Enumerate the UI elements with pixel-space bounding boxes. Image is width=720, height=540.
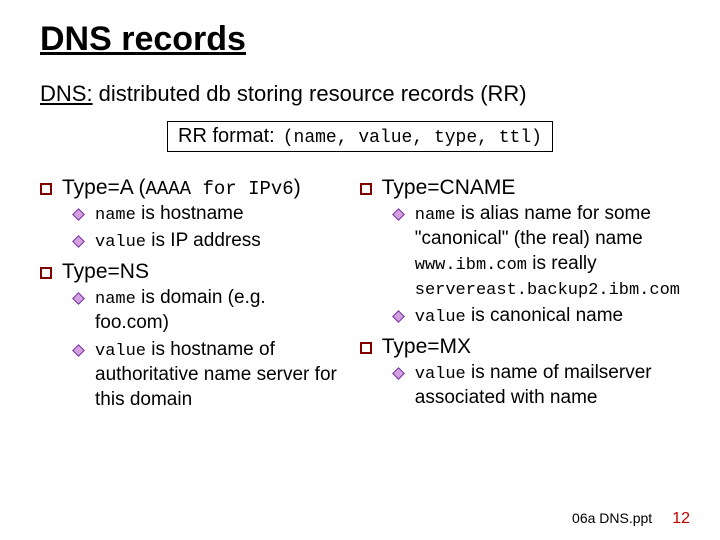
- cname-ex1: www.ibm.com: [415, 256, 527, 275]
- type-mx-item-1: value is name of mailserver associated w…: [394, 361, 680, 411]
- subtitle-prefix: DNS:: [40, 81, 93, 106]
- type-a-post: ): [294, 176, 301, 199]
- rr-format-label: RR format:: [178, 125, 275, 148]
- type-ns-heading: Type=NS: [40, 260, 340, 284]
- cname-b2-mono: value: [415, 308, 466, 327]
- left-column: Type=A (AAAA for IPv6) name is hostname …: [40, 170, 340, 418]
- diamond-bullet-icon: [72, 344, 85, 357]
- type-a-pre: Type=A (: [62, 176, 145, 199]
- type-a-items: name is hostname value is IP address: [74, 202, 340, 254]
- type-cname-items: name is alias name for some "canonical" …: [394, 202, 680, 329]
- type-ns-label: Type=NS: [62, 260, 149, 284]
- ns-b2-mono: value: [95, 342, 146, 361]
- type-cname-item-2: value is canonical name: [394, 304, 680, 329]
- square-bullet-icon: [40, 267, 52, 279]
- square-bullet-icon: [40, 183, 52, 195]
- square-bullet-icon: [360, 183, 372, 195]
- diamond-bullet-icon: [392, 310, 405, 323]
- cname-b2-rest: is canonical name: [466, 305, 623, 326]
- rr-format-tuple: (name, value, type, ttl): [283, 128, 542, 148]
- cname-ex2: servereast.backup2.ibm.com: [415, 281, 680, 300]
- type-cname-item-1: name is alias name for some "canonical" …: [394, 202, 680, 302]
- slide-footer: 06a DNS.ppt 12: [572, 510, 690, 528]
- type-mx-label: Type=MX: [382, 335, 471, 359]
- diamond-bullet-icon: [392, 367, 405, 380]
- type-ns-item-2: value is hostname of authoritative name …: [74, 338, 340, 412]
- cname-ex-mid: is really: [527, 253, 597, 274]
- mx-b1-mono: value: [415, 365, 466, 384]
- ns-b1-mono: name: [95, 290, 136, 309]
- type-a-mono: AAAA for IPv6: [145, 178, 293, 200]
- cname-b1-mono: name: [415, 206, 456, 225]
- subtitle-rest: distributed db storing resource records …: [93, 81, 527, 106]
- footer-page-number: 12: [672, 510, 690, 528]
- type-a-heading: Type=A (AAAA for IPv6): [40, 176, 340, 200]
- a-b2-mono: value: [95, 233, 146, 252]
- slide-subtitle: DNS: distributed db storing resource rec…: [40, 81, 680, 107]
- type-a-item-2: value is IP address: [74, 229, 340, 254]
- type-mx-items: value is name of mailserver associated w…: [394, 361, 680, 411]
- type-cname-label: Type=CNAME: [382, 176, 516, 200]
- diamond-bullet-icon: [72, 292, 85, 305]
- type-ns-items: name is domain (e.g. foo.com) value is h…: [74, 286, 340, 412]
- diamond-bullet-icon: [392, 208, 405, 221]
- rr-format-box: RR format: (name, value, type, ttl): [167, 121, 553, 152]
- footer-filename: 06a DNS.ppt: [572, 510, 652, 526]
- right-column: Type=CNAME name is alias name for some "…: [360, 170, 680, 418]
- rr-format-row: RR format: (name, value, type, ttl): [40, 121, 680, 152]
- a-b2-rest: is IP address: [146, 230, 261, 251]
- diamond-bullet-icon: [72, 235, 85, 248]
- a-b1-mono: name: [95, 206, 136, 225]
- slide-title: DNS records: [40, 20, 680, 59]
- a-b1-rest: is hostname: [136, 203, 244, 224]
- type-cname-heading: Type=CNAME: [360, 176, 680, 200]
- columns: Type=A (AAAA for IPv6) name is hostname …: [40, 170, 680, 418]
- type-mx-heading: Type=MX: [360, 335, 680, 359]
- diamond-bullet-icon: [72, 208, 85, 221]
- type-a-item-1: name is hostname: [74, 202, 340, 227]
- type-ns-item-1: name is domain (e.g. foo.com): [74, 286, 340, 336]
- square-bullet-icon: [360, 342, 372, 354]
